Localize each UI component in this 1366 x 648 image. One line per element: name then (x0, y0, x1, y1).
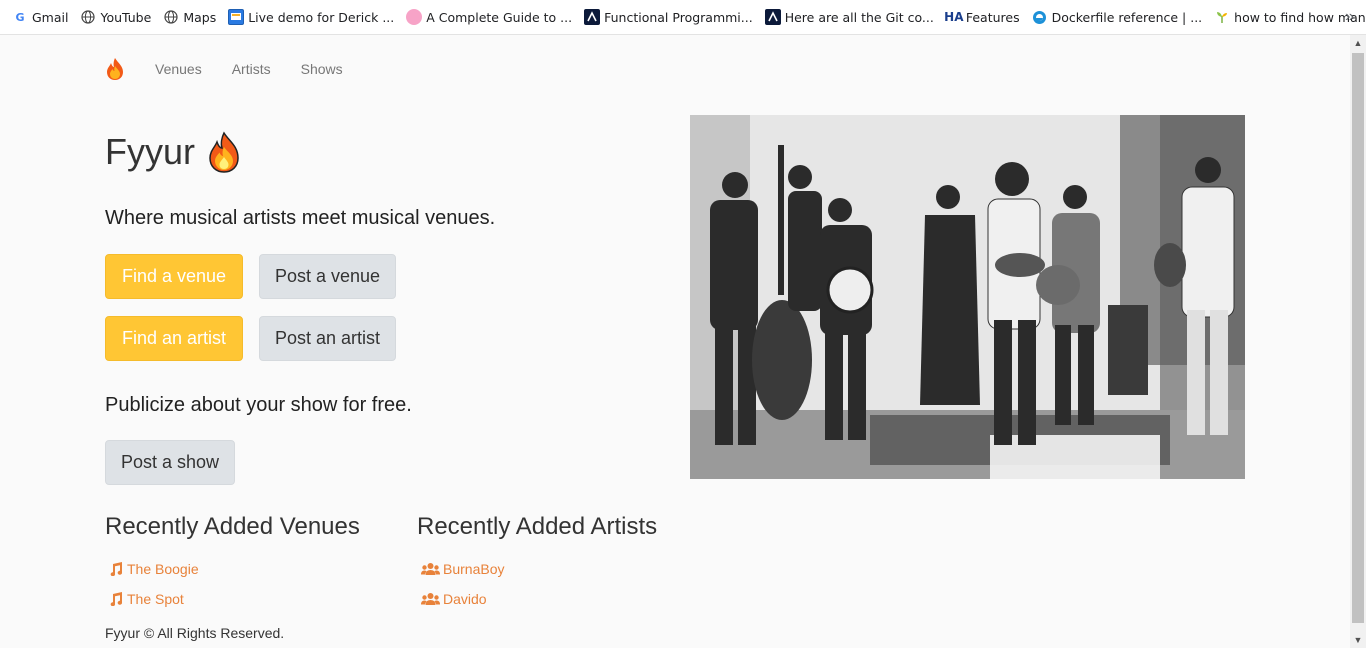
artist-link[interactable]: Davido (421, 591, 487, 607)
flame-icon (209, 131, 239, 173)
bookmark-dockerfile[interactable]: Dockerfile reference | ... (1032, 9, 1203, 25)
users-icon (421, 593, 440, 605)
venue-name: The Boogie (127, 561, 199, 577)
bookmark-functional-programming[interactable]: Functional Programmi... (584, 9, 753, 25)
google-icon: G (15, 10, 25, 24)
globe-icon (80, 9, 96, 25)
scrollbar-thumb[interactable] (1352, 53, 1364, 623)
nav-artists[interactable]: Artists (232, 61, 271, 77)
tagline: Where musical artists meet musical venue… (105, 207, 496, 229)
venue-name: The Spot (127, 591, 184, 607)
post-artist-button[interactable]: Post an artist (259, 316, 396, 361)
bookmark-gmail[interactable]: G Gmail (12, 9, 68, 25)
demo-icon (228, 9, 245, 25)
bookmark-live-demo[interactable]: Live demo for Derick ... (228, 9, 394, 25)
publicize-text: Publicize about your show for free. (105, 394, 412, 416)
find-venue-button[interactable]: Find a venue (105, 254, 243, 299)
bookmark-git-commands[interactable]: Here are all the Git co... (764, 9, 934, 25)
band-photo (690, 115, 1245, 479)
artist-link[interactable]: BurnaBoy (421, 561, 504, 577)
post-venue-button[interactable]: Post a venue (259, 254, 396, 299)
dev-logo-icon (764, 9, 781, 25)
bookmark-label: A Complete Guide to ... (426, 9, 573, 25)
flame-logo-icon[interactable] (105, 57, 125, 81)
music-note-icon (110, 562, 123, 576)
bookmark-label: Gmail (32, 9, 69, 25)
bookmark-label: Functional Programmi... (604, 9, 753, 25)
bookmark-youtube[interactable]: YouTube (80, 9, 151, 25)
bookmark-maps[interactable]: Maps (163, 9, 216, 25)
page-title: Fyyur (105, 131, 241, 173)
find-artist-button[interactable]: Find an artist (105, 316, 243, 361)
venue-link[interactable]: The Spot (108, 591, 184, 607)
bookmarks-overflow-icon[interactable]: » (1345, 8, 1354, 26)
scroll-down-icon[interactable]: ▼ (1350, 632, 1366, 648)
sprout-icon (1214, 9, 1230, 25)
bookmark-label: Here are all the Git co... (784, 9, 934, 25)
page-title-text: Fyyur (105, 131, 195, 172)
artist-name: BurnaBoy (443, 561, 505, 577)
bookmark-label: Dockerfile reference | ... (1051, 9, 1203, 25)
nav-shows[interactable]: Shows (301, 61, 343, 77)
footer-text: Fyyur © All Rights Reserved. (105, 625, 285, 641)
bookmarks-bar: G Gmail YouTube Maps Live demo for Deric… (0, 0, 1366, 35)
artist-name: Davido (443, 591, 487, 607)
post-show-button[interactable]: Post a show (105, 440, 235, 485)
bookmark-complete-guide[interactable]: A Complete Guide to ... (406, 9, 572, 25)
nav-venues[interactable]: Venues (155, 61, 202, 77)
bookmark-how-to-find[interactable]: how to find how man... (1214, 9, 1366, 25)
page-viewport: Venues Artists Shows Fyyur Where musical… (0, 35, 1350, 648)
top-nav: Venues Artists Shows (105, 57, 373, 81)
venue-link[interactable]: The Boogie (108, 561, 199, 577)
scroll-up-icon[interactable]: ▲ (1350, 35, 1366, 51)
bookmark-label: Features (965, 9, 1020, 25)
bookmark-label: Maps (183, 9, 217, 25)
bookmark-label: Live demo for Derick ... (248, 9, 395, 25)
globe-icon (163, 9, 179, 25)
recent-artists-title: Recently Added Artists (417, 513, 658, 540)
dev-logo-icon (584, 9, 601, 25)
bookmark-features[interactable]: HA Features (944, 9, 1020, 25)
ha-icon: HA (944, 10, 964, 24)
page-scrollbar[interactable]: ▲ ▼ (1350, 35, 1366, 648)
bookmark-label: YouTube (100, 9, 152, 25)
docker-icon (1032, 9, 1048, 25)
users-icon (421, 563, 440, 575)
pink-circle-icon (406, 9, 423, 25)
music-note-icon (110, 592, 123, 606)
recent-venues-title: Recently Added Venues (105, 513, 360, 540)
